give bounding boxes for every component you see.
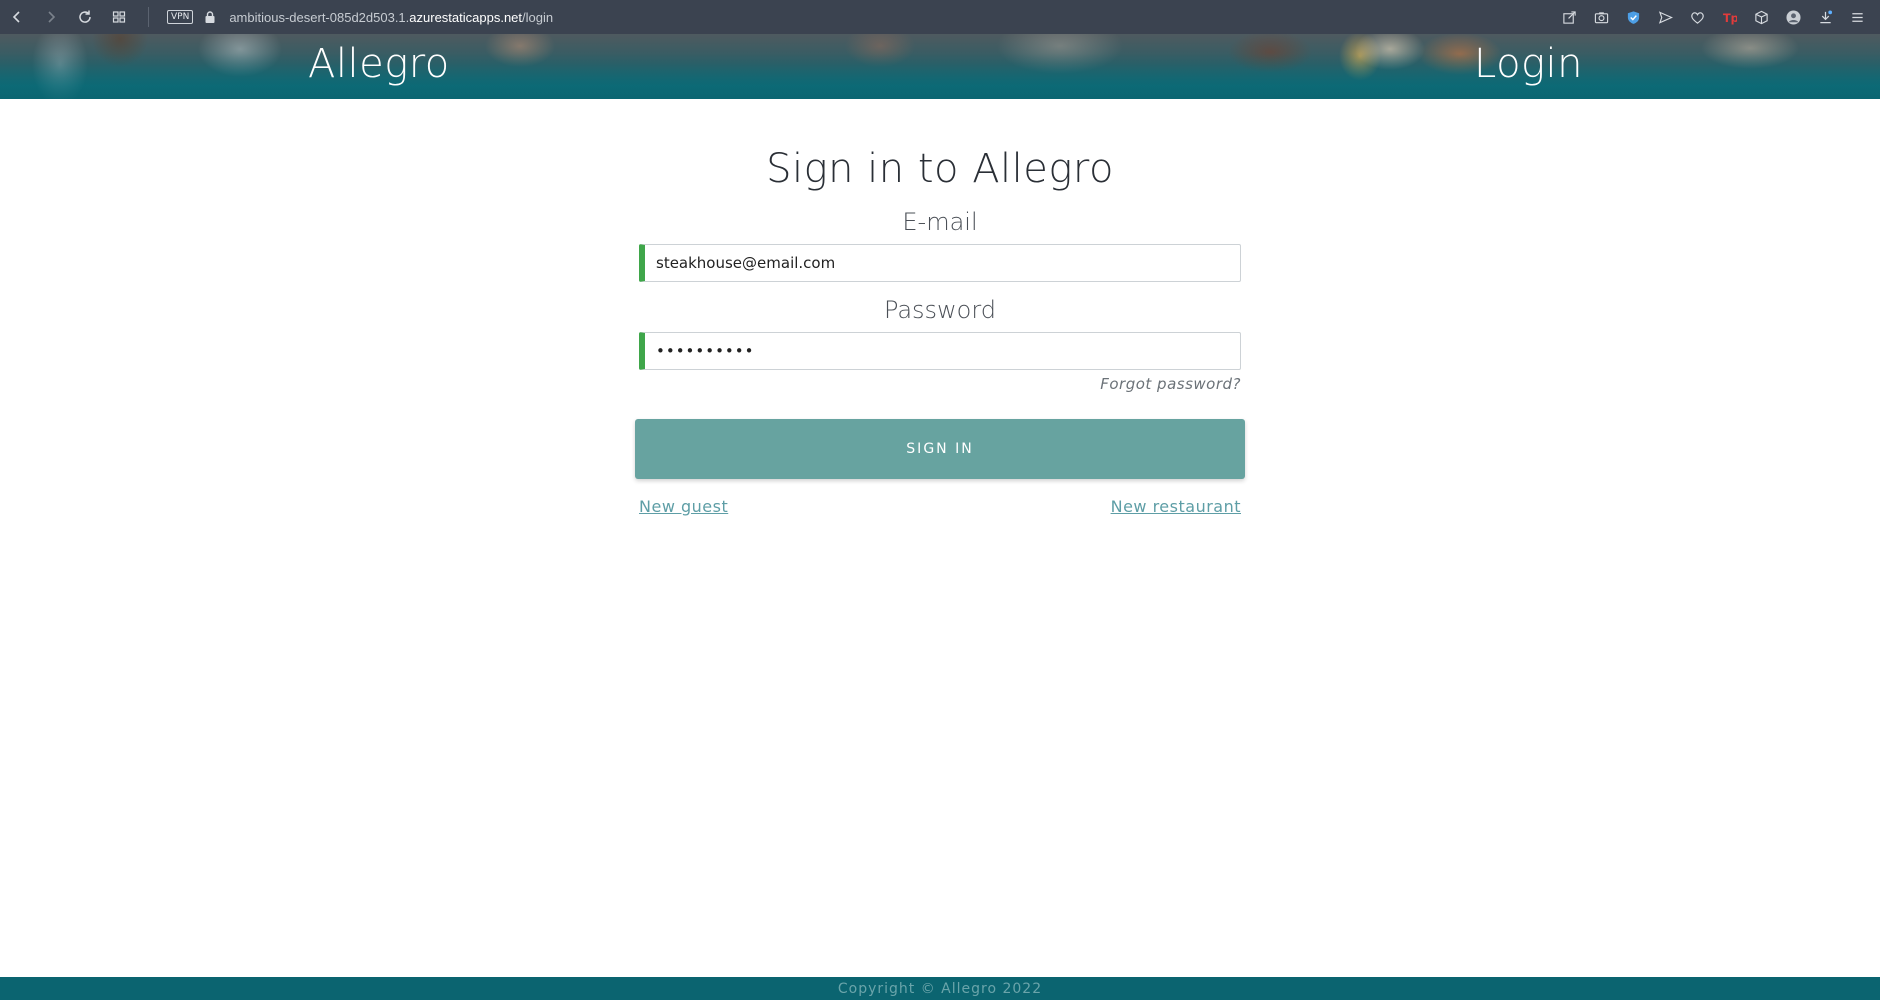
shield-icon[interactable] <box>1620 4 1646 30</box>
reload-icon[interactable] <box>68 0 102 34</box>
address-bar[interactable]: ambitious-desert-085d2d503.1.azurestatic… <box>229 10 553 25</box>
login-form: Sign in to Allegro E-mail steakhouse@ema… <box>635 140 1245 516</box>
profile-icon[interactable] <box>1780 4 1806 30</box>
password-field[interactable]: •••••••••• <box>639 332 1241 370</box>
sign-in-button[interactable]: SIGN IN <box>635 419 1245 479</box>
heart-icon[interactable] <box>1684 4 1710 30</box>
new-restaurant-link[interactable]: New restaurant <box>1111 497 1241 516</box>
page-title: Login <box>1474 41 1584 87</box>
tabs-grid-icon[interactable] <box>102 0 136 34</box>
url-host: azurestaticapps.net <box>409 9 523 25</box>
cube-icon[interactable] <box>1748 4 1774 30</box>
forgot-password-link: Forgot password? <box>635 375 1241 393</box>
forward-arrow-icon[interactable] <box>34 0 68 34</box>
header-banner: Allegro Login <box>0 34 1880 99</box>
email-label: E-mail <box>902 208 978 236</box>
send-icon[interactable] <box>1652 4 1678 30</box>
email-field[interactable]: steakhouse@email.com <box>639 244 1241 282</box>
browser-extensions: Tp <box>1556 0 1870 34</box>
forgot-password-text[interactable]: Forgot password? <box>1100 375 1241 393</box>
signup-links: New guest New restaurant <box>635 497 1245 516</box>
vpn-badge[interactable]: VPN <box>167 10 194 24</box>
camera-icon[interactable] <box>1588 4 1614 30</box>
share-icon[interactable] <box>1556 4 1582 30</box>
brand-logo[interactable]: Allegro <box>308 41 450 87</box>
download-icon[interactable] <box>1812 4 1838 30</box>
new-guest-link[interactable]: New guest <box>639 497 728 516</box>
tp-extension-icon[interactable]: Tp <box>1716 4 1742 30</box>
browser-toolbar: VPN ambitious-desert-085d2d503.1.azurest… <box>0 0 1880 34</box>
back-arrow-icon[interactable] <box>0 0 34 34</box>
password-label: Password <box>883 296 997 324</box>
url-prefix: ambitious-desert-085d2d503.1. <box>229 9 410 25</box>
toolbar-divider <box>148 7 149 27</box>
menu-icon[interactable] <box>1844 4 1870 30</box>
svg-text:Tp: Tp <box>1722 12 1736 25</box>
copyright-text: Copyright © Allegro 2022 <box>837 980 1043 997</box>
footer: Copyright © Allegro 2022 <box>0 977 1880 1000</box>
form-title: Sign in to Allegro <box>766 146 1114 192</box>
lock-icon[interactable] <box>203 10 217 24</box>
url-path: /login <box>522 9 554 25</box>
